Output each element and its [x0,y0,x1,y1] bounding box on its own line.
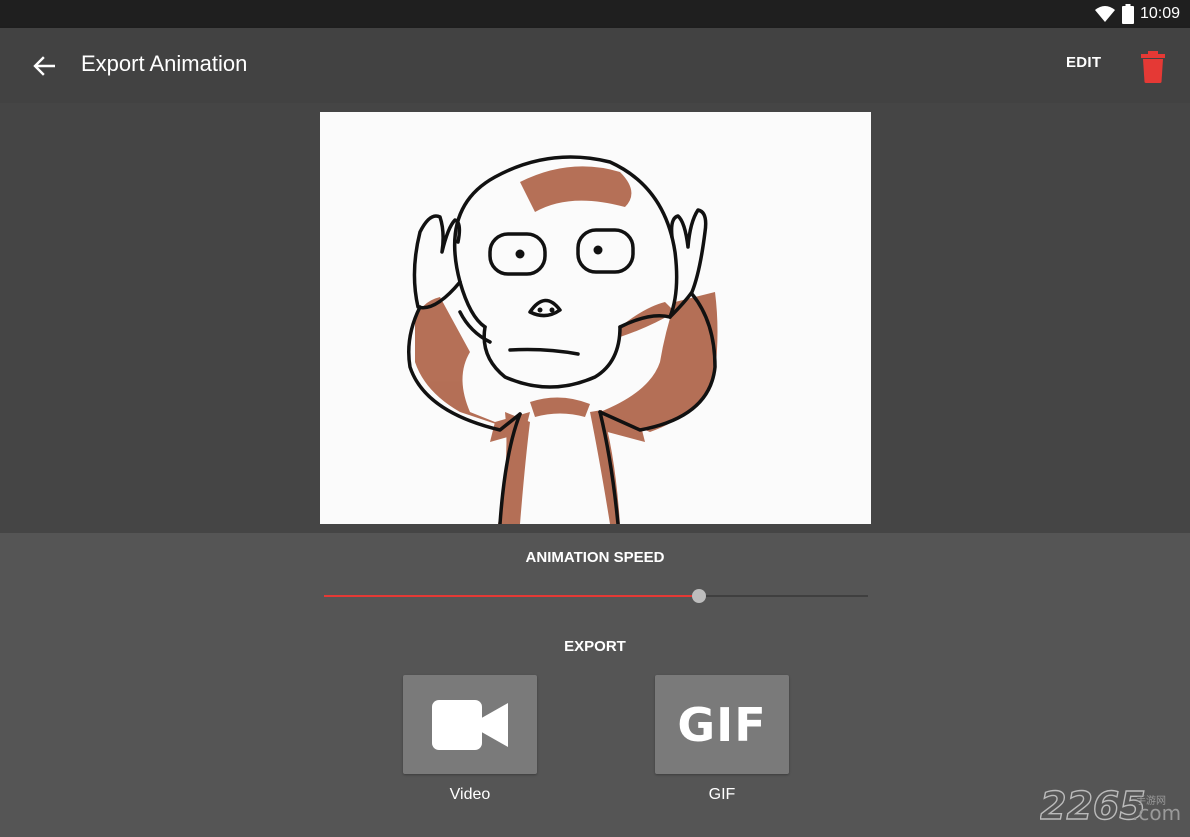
export-controls: ANIMATION SPEED EXPORT Video GIF GIF [0,533,1190,837]
export-video-button[interactable] [403,675,537,774]
export-gif-caption: GIF [708,786,736,803]
watermark-suffix: .com [1132,801,1181,825]
page-title: Export Animation [81,51,248,76]
status-time: 10:09 [1139,5,1180,22]
animation-speed-label: ANIMATION SPEED [525,549,665,566]
watermark-logo: 2265 手游网 .com [1039,783,1188,828]
video-camera-icon [432,699,508,750]
back-button[interactable] [24,48,64,84]
back-arrow-icon [33,56,55,76]
delete-button[interactable] [1138,50,1168,84]
export-label: EXPORT [564,638,626,655]
status-bar: 10:09 [0,0,1190,28]
battery-icon [1121,4,1134,24]
watermark-text: 2265 [1040,786,1146,828]
export-video-caption: Video [449,786,491,803]
slider-thumb[interactable] [692,589,707,603]
status-icons: 10:09 [1094,4,1180,24]
trash-icon [1141,51,1165,83]
gif-icon: GIF [677,697,767,752]
animation-speed-slider[interactable] [324,587,868,607]
monkey-drawing [407,155,718,524]
animation-preview[interactable] [320,112,871,524]
export-gif-button[interactable]: GIF [655,675,789,774]
app-bar: Export Animation EDIT [0,28,1190,103]
wifi-icon [1094,6,1115,22]
preview-area [0,103,1190,533]
edit-button[interactable]: EDIT [1066,54,1101,71]
slider-fill [324,595,700,597]
